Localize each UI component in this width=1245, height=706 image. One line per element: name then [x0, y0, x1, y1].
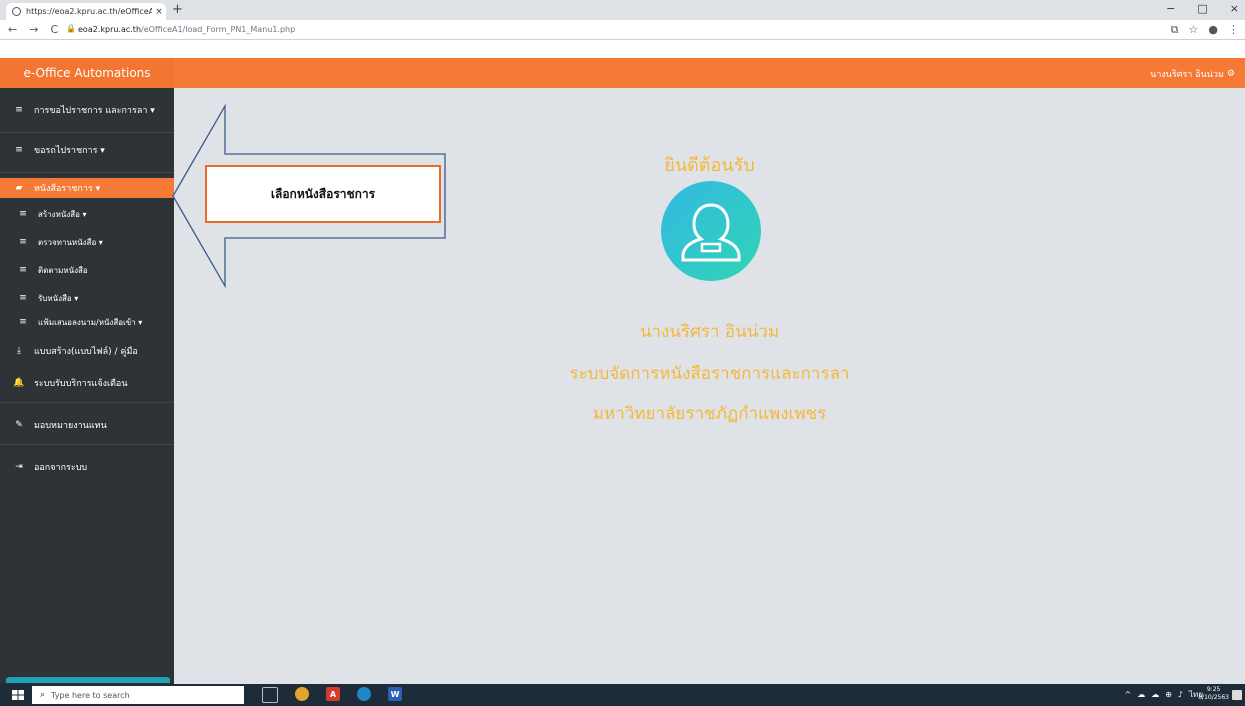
- profile-icon[interactable]: ●: [1208, 23, 1218, 37]
- sidebar-item-label: ติดตามหนังสือ: [38, 265, 88, 275]
- onedrive-icon[interactable]: ☁: [1151, 690, 1159, 699]
- annotation-label: เลือกหนังสือราชการ: [205, 165, 441, 223]
- url-field[interactable]: eoa2.kpru.ac.th/eOfficeA1/load_Form_PN1_…: [78, 25, 295, 34]
- window-controls: − □ ×: [1166, 2, 1239, 15]
- sidebar-item-create-letter[interactable]: ≡ สร้างหนังสือ ▾: [0, 206, 174, 222]
- list-icon: ≡: [15, 105, 23, 115]
- gears-icon: ⚙: [1226, 69, 1235, 79]
- star-icon[interactable]: ☆: [1189, 23, 1199, 37]
- sidebar-item-templates[interactable]: ⤓ แบบสร้าง(แบบไฟล์) / คู่มือ: [0, 342, 174, 360]
- sidebar-item-delegate[interactable]: ✎ มอบหมายงานแทน: [0, 416, 174, 434]
- sidebar-divider: [0, 132, 174, 133]
- download-icon: ⤓: [17, 346, 21, 356]
- sidebar-item-label: การขอไปราชการ และการลา ▾: [34, 106, 155, 116]
- task-view-icon[interactable]: [262, 687, 278, 703]
- forward-icon[interactable]: →: [29, 23, 38, 36]
- word-icon[interactable]: W: [388, 687, 402, 701]
- edit-icon: ✎: [15, 420, 23, 430]
- edge-icon[interactable]: [357, 687, 371, 701]
- sidebar-item-label: หนังสือราชการ ▾: [34, 184, 101, 194]
- close-window-button[interactable]: ×: [1230, 2, 1239, 15]
- back-icon[interactable]: ←: [8, 23, 17, 36]
- tab-close-button[interactable]: ×: [152, 7, 166, 17]
- address-bar: ← → C 🔒 eoa2.kpru.ac.th/eOfficeA1/load_F…: [0, 20, 1245, 40]
- menu-icon[interactable]: ⋮: [1228, 23, 1239, 37]
- taskbar-search[interactable]: ⌕ Type here to search: [32, 686, 244, 704]
- notification-icon[interactable]: [1232, 690, 1242, 700]
- sidebar-item-receive-letter[interactable]: ≡ รับหนังสือ ▾: [0, 290, 174, 306]
- minimize-button[interactable]: −: [1166, 2, 1175, 15]
- user-name: นางนริศรา อินน่วม: [1150, 70, 1224, 80]
- bell-icon: 🔔: [13, 378, 25, 388]
- volume-icon[interactable]: ♪: [1178, 690, 1183, 699]
- new-tab-button[interactable]: +: [172, 2, 183, 17]
- brand-logo[interactable]: e-Office Automations: [0, 58, 174, 88]
- sidebar-item-label: ระบบรับบริการแจ้งเตือน: [34, 379, 128, 389]
- sidebar-item-label: สร้างหนังสือ ▾: [38, 209, 87, 219]
- sidebar-divider: [0, 172, 174, 173]
- sidebar-item-label: มอบหมายงานแทน: [34, 421, 107, 431]
- sidebar-item-leave-request[interactable]: ≡ การขอไปราชการ และการลา ▾: [0, 100, 174, 120]
- list-icon: ≡: [19, 237, 27, 247]
- clock[interactable]: 9:25 8/10/2563: [1198, 686, 1229, 702]
- user-menu[interactable]: นางนริศรา อินน่วม ⚙: [1150, 67, 1235, 81]
- user-avatar: [661, 181, 761, 281]
- system-name: ระบบจัดการหนังสือราชการและการลา: [569, 364, 850, 384]
- sidebar-bottom-tab[interactable]: [6, 677, 170, 683]
- sidebar-item-label: รับหนังสือ ▾: [38, 293, 79, 303]
- list-icon: ≡: [19, 293, 27, 303]
- page-top-space: [0, 40, 1245, 58]
- sidebar-item-signing-folder[interactable]: ≡ แฟ้มเสนอลงนาม/หนังสือเข้า ▾: [0, 314, 174, 330]
- top-navbar: e-Office Automations นางนริศรา อินน่วม ⚙: [0, 58, 1245, 88]
- os-taskbar: ⌕ Type here to search A W ^ ☁ ☁ ⊕ ♪ ไทย …: [0, 684, 1245, 706]
- maximize-button[interactable]: □: [1197, 2, 1207, 15]
- sidebar-item-official-letters[interactable]: ▰ หนังสือราชการ ▾: [0, 178, 174, 198]
- clock-time: 9:25: [1206, 686, 1221, 693]
- lock-icon[interactable]: 🔒: [66, 24, 76, 33]
- sidebar-item-label: แบบสร้าง(แบบไฟล์) / คู่มือ: [34, 347, 138, 357]
- url-host: eoa2.kpru.ac.th: [78, 25, 142, 34]
- browser-tab[interactable]: https://eoa2.kpru.ac.th/eOfficeA ×: [6, 3, 166, 20]
- university-name: มหาวิทยาลัยราชภัฏกำแพงเพชร: [592, 404, 827, 424]
- windows-start-icon[interactable]: [12, 690, 24, 700]
- globe-icon: [12, 7, 21, 16]
- sidebar-item-label: ตรวจทานหนังสือ ▾: [38, 237, 103, 247]
- sidebar-item-vehicle-request[interactable]: ≡ ขอรถไปราชการ ▾: [0, 140, 174, 160]
- sidebar: ≡ การขอไปราชการ และการลา ▾ ≡ ขอรถไปราชกา…: [0, 88, 174, 684]
- sidebar-divider: [0, 402, 174, 403]
- search-placeholder: Type here to search: [51, 690, 130, 700]
- system-tray: ^ ☁ ☁ ⊕ ♪ ไทย: [1125, 688, 1204, 701]
- user-icon: [681, 203, 741, 262]
- url-path: /eOfficeA1/load_Form_PN1_Manu1.php: [141, 25, 296, 34]
- logout-icon: ⇥: [15, 462, 23, 472]
- browser-tab-bar: https://eoa2.kpru.ac.th/eOfficeA × + − □…: [0, 0, 1245, 20]
- sidebar-item-label: ขอรถไปราชการ ▾: [34, 146, 105, 156]
- list-icon: ≡: [19, 209, 27, 219]
- pdf-reader-icon[interactable]: A: [326, 687, 340, 701]
- book-icon: ▰: [15, 183, 23, 193]
- list-icon: ≡: [15, 145, 23, 155]
- cloud-icon[interactable]: ☁: [1137, 690, 1145, 699]
- user-fullname: นางนริศรา อินน่วม: [639, 322, 780, 342]
- tab-title: https://eoa2.kpru.ac.th/eOfficeA: [26, 7, 152, 16]
- sidebar-item-track-letter[interactable]: ≡ ติดตามหนังสือ: [0, 262, 174, 278]
- sidebar-item-logout[interactable]: ⇥ ออกจากระบบ: [0, 458, 174, 476]
- list-icon: ≡: [19, 317, 27, 327]
- chevron-up-icon[interactable]: ^: [1125, 690, 1132, 699]
- reload-icon[interactable]: C: [50, 23, 58, 36]
- list-icon: ≡: [19, 265, 27, 275]
- sidebar-item-review-letter[interactable]: ≡ ตรวจทานหนังสือ ▾: [0, 234, 174, 250]
- search-icon: ⌕: [40, 690, 46, 700]
- clock-date: 8/10/2563: [1198, 694, 1229, 701]
- translate-icon[interactable]: ⧉: [1171, 23, 1179, 37]
- sidebar-divider: [0, 444, 174, 445]
- chrome-icon[interactable]: [295, 687, 309, 701]
- sidebar-item-notifications[interactable]: 🔔 ระบบรับบริการแจ้งเตือน: [0, 374, 174, 392]
- sidebar-item-label: ออกจากระบบ: [34, 463, 88, 473]
- network-icon[interactable]: ⊕: [1165, 690, 1172, 699]
- sidebar-item-label: แฟ้มเสนอลงนาม/หนังสือเข้า ▾: [38, 317, 143, 327]
